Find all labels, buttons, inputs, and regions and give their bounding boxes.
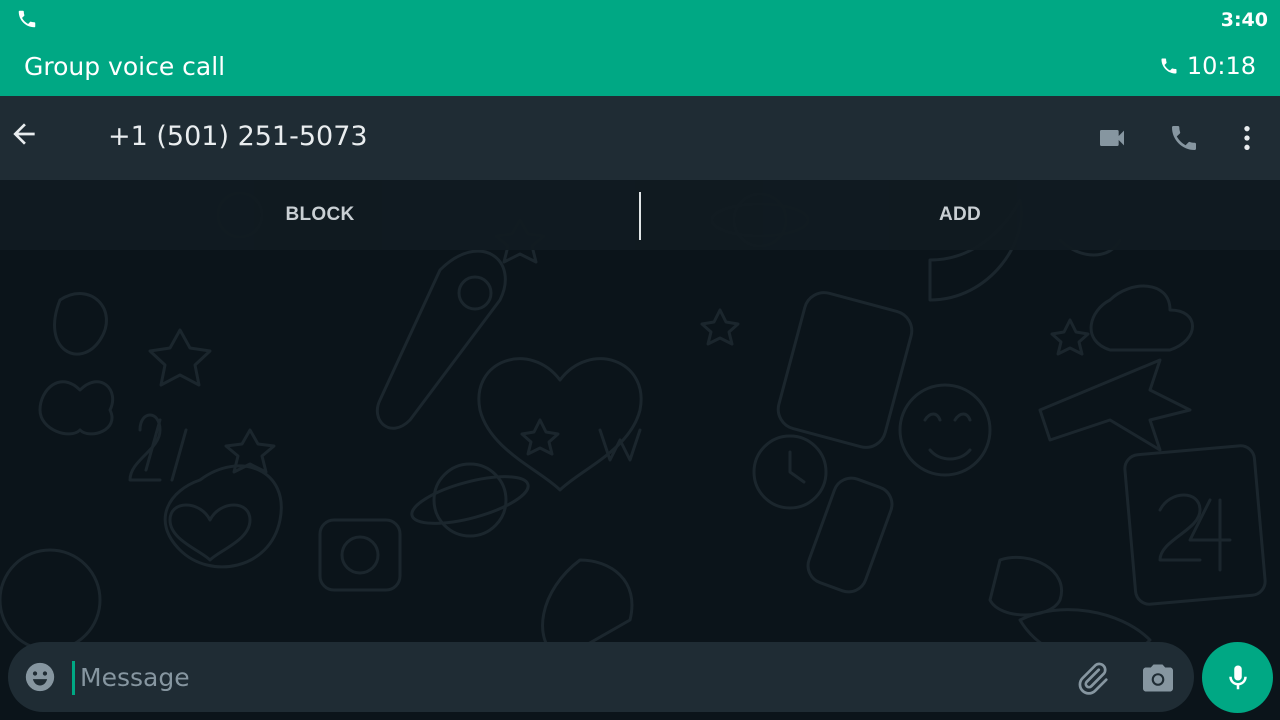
arrow-left-icon[interactable] xyxy=(8,118,40,150)
call-timer: 10:18 xyxy=(1186,52,1256,80)
more-vertical-icon[interactable] xyxy=(1231,122,1263,154)
camera-icon[interactable] xyxy=(1140,660,1176,696)
chat-area: BLOCK ADD xyxy=(0,180,1280,720)
video-camera-icon[interactable] xyxy=(1096,122,1128,154)
message-input[interactable] xyxy=(80,656,1040,698)
chat-wallpaper xyxy=(0,191,1267,694)
phone-icon xyxy=(18,10,36,28)
status-time: 3:40 xyxy=(1220,9,1268,31)
text-cursor xyxy=(72,661,75,695)
phone-icon[interactable] xyxy=(1168,122,1200,154)
add-contact-button[interactable]: ADD xyxy=(640,180,1280,250)
microphone-button[interactable] xyxy=(1202,642,1273,713)
call-timer-group: 10:18 xyxy=(1159,52,1256,80)
contact-name[interactable]: +1 (501) 251-5073 xyxy=(108,121,368,152)
conversation-toolbar: +1 (501) 251-5073 xyxy=(0,96,1280,260)
call-banner-label: Group voice call xyxy=(24,52,226,81)
paperclip-icon[interactable] xyxy=(1074,660,1110,696)
microphone-icon xyxy=(1228,665,1247,689)
status-bar: 3:40 xyxy=(0,0,1280,38)
block-button[interactable]: BLOCK xyxy=(0,180,640,250)
emoji-icon[interactable] xyxy=(23,660,57,694)
unknown-contact-actions: BLOCK ADD xyxy=(0,180,1280,250)
ongoing-call-banner[interactable]: Group voice call 10:18 xyxy=(0,38,1280,96)
phone-icon xyxy=(1161,58,1177,74)
message-composer xyxy=(8,642,1194,712)
